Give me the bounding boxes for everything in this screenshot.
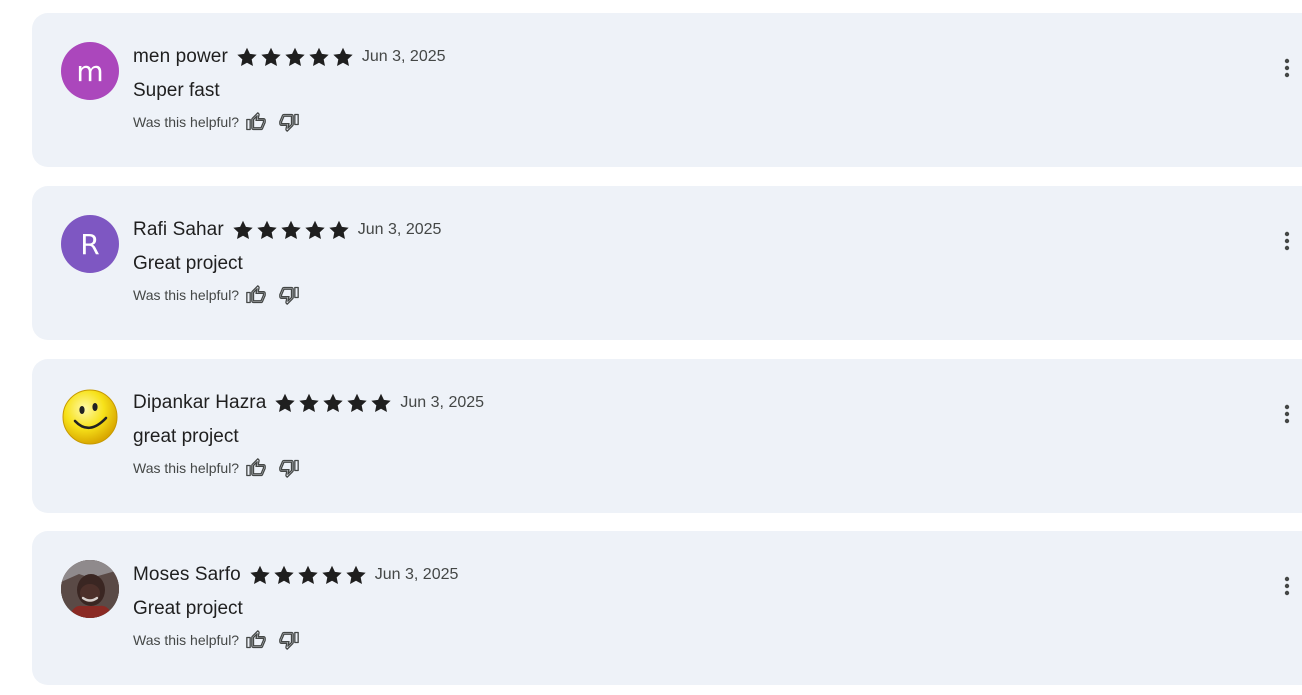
review-card: Moses Sarfo Jun 3, 2025 Great project Wa… [32,531,1302,685]
review-header: Rafi Sahar Jun 3, 2025 [133,216,1262,244]
star-icon [345,392,369,414]
star-icon [231,219,255,241]
review-card: R Rafi Sahar Jun 3, 2025 Great project W… [32,186,1302,340]
star-icon [303,219,327,241]
star-icon [235,46,259,68]
author-name: Moses Sarfo [133,564,241,585]
avatar: m [61,42,119,100]
star-icon [327,219,351,241]
helpful-row: Was this helpful? [133,110,1262,134]
star-icon [259,46,283,68]
thumbs-up-icon[interactable] [245,457,267,479]
avatar: R [61,215,119,273]
smiley-avatar-image [62,389,118,445]
helpful-label: Was this helpful? [133,287,240,303]
thumbs-up-icon[interactable] [245,629,267,651]
star-icon [320,564,344,586]
star-icon [273,392,297,414]
star-icon [272,564,296,586]
thumbs-down-icon[interactable] [278,284,300,306]
person-avatar-image [61,560,119,618]
review-content: Dipankar Hazra Jun 3, 2025 great project… [133,389,1262,480]
review-content: men power Jun 3, 2025 Super fast Was thi… [133,43,1262,134]
avatar-initial: m [76,54,104,88]
author-name: Rafi Sahar [133,219,224,240]
more-options-button[interactable] [1272,571,1302,601]
helpful-row: Was this helpful? [133,456,1262,480]
avatar [61,560,119,618]
review-content: Rafi Sahar Jun 3, 2025 Great project Was… [133,216,1262,307]
review-card: m men power Jun 3, 2025 Super fast Was t… [32,13,1302,167]
helpful-label: Was this helpful? [133,632,240,648]
review-header: Dipankar Hazra Jun 3, 2025 [133,389,1262,417]
star-icon [297,392,321,414]
review-date: Jun 3, 2025 [357,221,442,238]
star-rating [248,564,368,586]
review-header: men power Jun 3, 2025 [133,43,1262,71]
more-options-button[interactable] [1272,399,1302,429]
thumbs-down-icon[interactable] [278,629,300,651]
avatar-initial: R [80,227,100,261]
review-date: Jun 3, 2025 [400,394,485,411]
star-icon [331,46,355,68]
star-icon [283,46,307,68]
thumbs-up-icon[interactable] [245,111,267,133]
star-rating [273,392,393,414]
review-text: great project [133,426,239,447]
star-icon [369,392,393,414]
star-icon [255,219,279,241]
thumbs-up-icon[interactable] [245,284,267,306]
review-header: Moses Sarfo Jun 3, 2025 [133,561,1262,589]
star-rating [231,219,351,241]
star-icon [296,564,320,586]
helpful-label: Was this helpful? [133,460,240,476]
review-date: Jun 3, 2025 [361,48,446,65]
star-icon [321,392,345,414]
star-rating [235,46,355,68]
star-icon [248,564,272,586]
review-card: Dipankar Hazra Jun 3, 2025 great project… [32,359,1302,513]
thumbs-down-icon[interactable] [278,111,300,133]
star-icon [307,46,331,68]
author-name: Dipankar Hazra [133,392,267,413]
helpful-row: Was this helpful? [133,628,1262,652]
more-vert-icon [1284,576,1290,596]
review-text: Super fast [133,80,220,101]
review-list: m men power Jun 3, 2025 Super fast Was t… [0,0,1302,695]
helpful-label: Was this helpful? [133,114,240,130]
helpful-row: Was this helpful? [133,283,1262,307]
more-vert-icon [1284,231,1290,251]
more-options-button[interactable] [1272,53,1302,83]
thumbs-down-icon[interactable] [278,457,300,479]
review-content: Moses Sarfo Jun 3, 2025 Great project Wa… [133,561,1262,652]
star-icon [344,564,368,586]
review-text: Great project [133,253,243,274]
more-vert-icon [1284,58,1290,78]
more-vert-icon [1284,404,1290,424]
review-date: Jun 3, 2025 [374,566,459,583]
avatar [61,388,119,446]
star-icon [279,219,303,241]
more-options-button[interactable] [1272,226,1302,256]
author-name: men power [133,46,228,67]
review-text: Great project [133,598,243,619]
